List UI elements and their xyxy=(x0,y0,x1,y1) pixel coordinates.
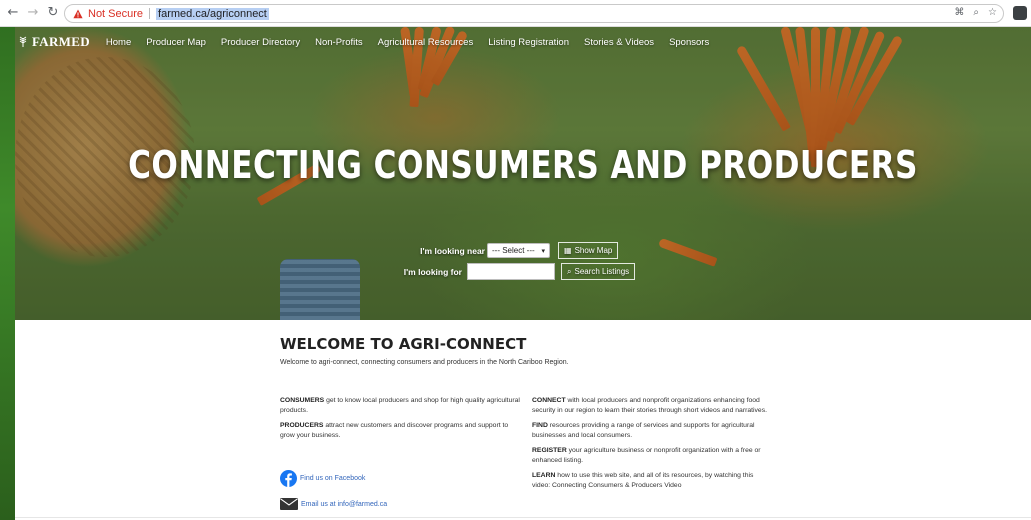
wheat-logo-icon xyxy=(19,36,27,47)
register-text: your agriculture business or nonprofit o… xyxy=(532,447,761,464)
email-link[interactable]: Email us at info@farmed.ca xyxy=(280,498,387,510)
email-link-text[interactable]: Email us at info@farmed.ca xyxy=(301,501,387,508)
page-divider xyxy=(15,517,1031,518)
welcome-section: WELCOME TO AGRI-CONNECT Welcome to agri-… xyxy=(280,335,780,366)
back-arrow-icon[interactable]: ← xyxy=(6,6,20,20)
facebook-link[interactable]: Find us on Facebook xyxy=(280,470,365,487)
nav-agricultural-resources[interactable]: Agricultural Resources xyxy=(378,37,474,48)
show-map-button[interactable]: ▦ Show Map xyxy=(558,242,619,259)
find-paragraph: FIND resources providing a range of serv… xyxy=(532,421,772,440)
search-listings-label: Search Listings xyxy=(574,267,630,276)
background-strip xyxy=(0,0,15,520)
connect-lead: CONNECT xyxy=(532,397,566,404)
nav-listing-registration[interactable]: Listing Registration xyxy=(488,37,569,48)
nav-home[interactable]: Home xyxy=(106,37,131,48)
security-status[interactable]: Not Secure xyxy=(88,8,143,20)
learn-text: how to use this web site, and all of its… xyxy=(532,472,754,489)
welcome-subtitle: Welcome to agri-connect, connecting cons… xyxy=(280,359,569,366)
nav-producer-map[interactable]: Producer Map xyxy=(146,37,206,48)
register-lead: REGISTER xyxy=(532,447,567,454)
omnibox-actions: ⌘ ⌕ ☆ xyxy=(954,7,997,18)
farmed-logo[interactable]: FARMED xyxy=(17,34,90,50)
site-navigation: FARMED Home Producer Map Producer Direct… xyxy=(15,27,1031,57)
welcome-title: WELCOME TO AGRI-CONNECT xyxy=(280,335,527,353)
search-listings-button[interactable]: ⌕ Search Listings xyxy=(561,263,636,280)
learn-lead: LEARN xyxy=(532,472,556,479)
audience-column: CONSUMERS get to know local producers an… xyxy=(280,396,520,446)
register-paragraph: REGISTER your agriculture business or no… xyxy=(532,446,772,465)
connect-paragraph: CONNECT with local producers and nonprof… xyxy=(532,396,772,415)
near-label: I'm looking near xyxy=(420,245,485,256)
address-divider xyxy=(149,8,151,19)
location-select[interactable]: --- Select --- ▾ xyxy=(487,243,550,258)
find-text: resources providing a range of services … xyxy=(532,422,755,439)
key-icon[interactable]: ⌘ xyxy=(954,7,964,18)
keyword-label: I'm looking for xyxy=(403,266,462,277)
learn-paragraph[interactable]: LEARN how to use this web site, and all … xyxy=(532,471,772,490)
nav-producer-directory[interactable]: Producer Directory xyxy=(221,37,300,48)
search-icon: ⌕ xyxy=(567,266,572,276)
show-map-label: Show Map xyxy=(574,246,613,255)
nav-stories-videos[interactable]: Stories & Videos xyxy=(584,37,654,48)
features-column: CONNECT with local producers and nonprof… xyxy=(532,396,772,496)
profile-icon[interactable] xyxy=(1013,6,1027,20)
connect-text: with local producers and nonprofit organ… xyxy=(532,397,767,414)
hero-title: CONNECTING CONSUMERS AND PRODUCERS xyxy=(128,143,918,187)
near-search-row: I'm looking near --- Select --- ▾ ▦ Show… xyxy=(400,242,619,259)
nav-sponsors[interactable]: Sponsors xyxy=(669,37,709,48)
envelope-icon xyxy=(280,498,298,510)
logo-text: FARMED xyxy=(32,34,90,49)
location-select-value: --- Select --- xyxy=(492,246,535,255)
producers-paragraph: PRODUCERS attract new customers and disc… xyxy=(280,421,520,440)
nav-non-profits[interactable]: Non-Profits xyxy=(315,37,363,48)
address-bar[interactable]: Not Secure farmed.ca/agriconnect ⌘ ⌕ ☆ xyxy=(64,4,1004,23)
browser-toolbar: ← → ↻ Not Secure farmed.ca/agriconnect ⌘… xyxy=(0,0,1031,27)
keyword-search-input[interactable] xyxy=(467,263,555,280)
find-lead: FIND xyxy=(532,422,548,429)
map-icon: ▦ xyxy=(564,246,572,255)
producers-lead: PRODUCERS xyxy=(280,422,324,429)
consumers-lead: CONSUMERS xyxy=(280,397,325,404)
facebook-link-text[interactable]: Find us on Facebook xyxy=(300,475,365,482)
star-icon[interactable]: ☆ xyxy=(988,7,997,18)
reload-icon[interactable]: ↻ xyxy=(46,6,60,20)
keyword-search-row: I'm looking for ⌕ Search Listings xyxy=(400,263,636,280)
facebook-icon xyxy=(280,470,297,487)
consumers-paragraph: CONSUMERS get to know local producers an… xyxy=(280,396,520,415)
forward-arrow-icon[interactable]: → xyxy=(26,6,40,20)
chevron-down-icon: ▾ xyxy=(541,246,545,255)
url-text[interactable]: farmed.ca/agriconnect xyxy=(156,7,269,20)
zoom-icon[interactable]: ⌕ xyxy=(973,7,979,18)
warning-icon xyxy=(73,9,83,18)
